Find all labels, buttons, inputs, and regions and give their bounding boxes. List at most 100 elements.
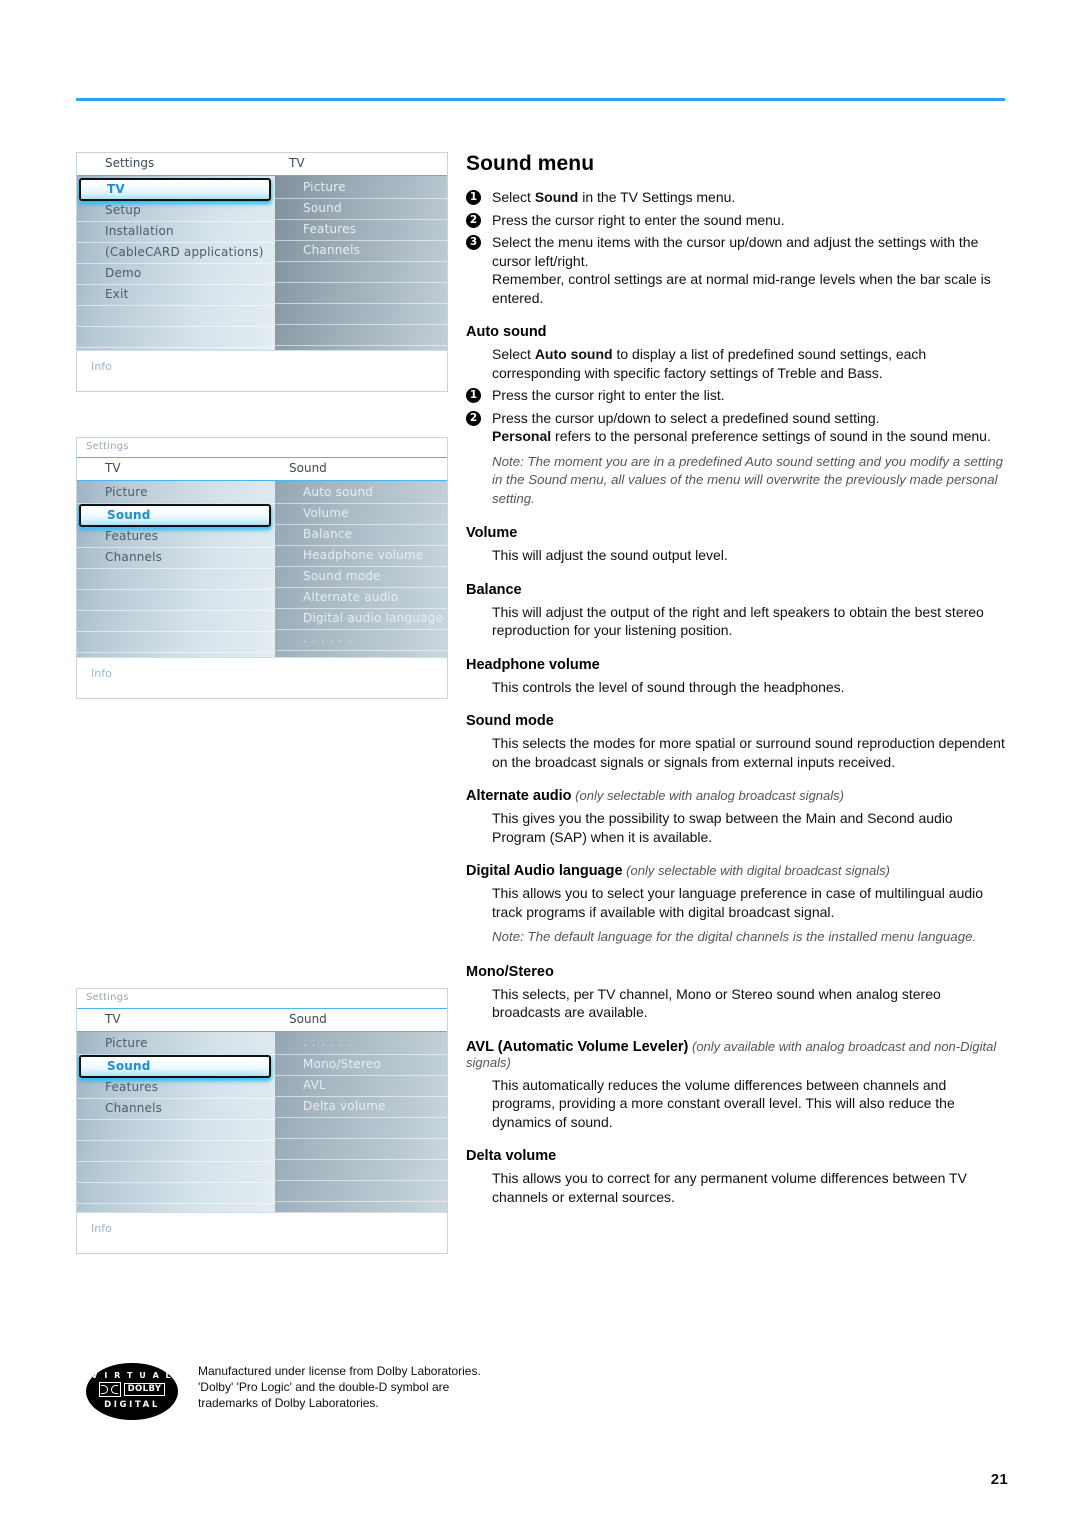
osd-right-item-alternate-audio[interactable]: Alternate audio — [275, 588, 447, 609]
osd-menu-sound-menu-top: Settings TV Sound Picture Sound Features Chann… — [76, 437, 448, 699]
osd-left-item-empty — [77, 306, 275, 327]
osd-left-item-features[interactable]: Features — [77, 1078, 275, 1099]
osd-left-item-picture[interactable]: Picture — [77, 483, 275, 504]
section-heading-text: Delta volume — [466, 1148, 557, 1164]
osd-right-item-empty — [275, 325, 447, 346]
osd-item-label: Volume — [303, 506, 349, 520]
page-number: 21 — [990, 1471, 1008, 1488]
section-heading-text: Balance — [466, 581, 522, 598]
osd-right-item-balance[interactable]: Balance — [275, 525, 447, 546]
osd-right-item-empty — [275, 304, 447, 325]
osd-left-item-empty — [77, 1141, 275, 1162]
section-heading-text: Headphone volume — [466, 656, 600, 673]
section-heading: Balance — [466, 582, 1006, 598]
osd-left-item-installation[interactable]: Installation — [77, 222, 275, 243]
section-body: This allows you to correct for any perma… — [492, 1170, 967, 1205]
osd-left-column-title: TV — [105, 1012, 121, 1026]
osd-breadcrumb-label: Settings — [86, 441, 129, 452]
osd-menu-sound-menu-bottom: Settings TV Sound Picture Sound Features Chann… — [76, 988, 448, 1254]
osd-item-label: Installation — [105, 224, 174, 238]
osd-left-item-demo[interactable]: Demo — [77, 264, 275, 285]
osd-left-item-empty — [77, 1162, 275, 1183]
osd-info-bar: Info — [77, 350, 447, 391]
step-text: Press the cursor right to enter the list… — [492, 387, 725, 403]
osd-header: TV Sound — [77, 458, 447, 481]
osd-item-label: Alternate audio — [303, 590, 399, 604]
osd-body: Picture Sound Features Channels Auto sound Vo… — [77, 481, 447, 681]
osd-left-item-picture[interactable]: Picture — [77, 1034, 275, 1055]
osd-item-label: Exit — [105, 287, 129, 301]
instruction-step: 2 Press the cursor right to enter the sou… — [466, 211, 1006, 230]
article-column: Sound menu 1 Select Sound in the TV Setti… — [466, 152, 1006, 1206]
osd-item-label: Delta volume — [303, 1099, 386, 1113]
section-body: This selects, per TV channel, Mono or St… — [492, 985, 941, 1021]
osd-left-item-empty — [77, 611, 275, 632]
osd-left-item-exit[interactable]: Exit — [77, 285, 275, 306]
osd-item-label: Channels — [105, 1101, 163, 1115]
osd-right-item-delta-volume[interactable]: Delta volume — [275, 1097, 447, 1118]
dolby-license-text: Manufactured under license from Dolby La… — [198, 1364, 481, 1410]
osd-breadcrumb: Settings — [77, 438, 447, 458]
osd-left-item-channels[interactable]: Channels — [77, 548, 275, 569]
osd-right-item-features[interactable]: Features — [275, 220, 447, 241]
osd-right-item-volume[interactable]: Volume — [275, 504, 447, 525]
section-body: Select Auto sound to display a list of p… — [492, 346, 927, 381]
osd-left-item-cablecard-applications[interactable]: (CableCARD applications) — [77, 243, 275, 264]
osd-item-label: Digital audio language — [303, 611, 444, 625]
osd-info-bar: Info — [77, 657, 447, 698]
osd-right-item-empty — [275, 1160, 447, 1181]
osd-left-item-tv[interactable]: TV — [79, 178, 271, 201]
page-title: Sound menu — [466, 152, 595, 175]
osd-right-item-empty[interactable]: . . . . . . — [275, 630, 447, 651]
section-heading-text: Volume — [466, 525, 518, 541]
section-heading-text: Mono/Stereo — [466, 963, 554, 980]
osd-left-item-setup[interactable]: Setup — [77, 201, 275, 222]
step-number-badge: 3 — [466, 235, 481, 250]
section-heading-text: Digital Audio language — [466, 863, 623, 879]
osd-item-label: Auto sound — [303, 485, 374, 499]
osd-left-item-features[interactable]: Features — [77, 527, 275, 548]
osd-item-label: Channels — [105, 550, 163, 564]
osd-right-item-empty — [275, 283, 447, 304]
osd-item-label: Picture — [303, 180, 346, 194]
section-heading: Headphone volume — [466, 657, 1006, 673]
instruction-step: 1 Press the cursor right to enter the lis… — [466, 386, 1006, 405]
section-heading: Mono/Stereo — [466, 964, 1006, 980]
osd-item-label: Features — [105, 1080, 159, 1094]
osd-item-label: Sound mode — [303, 569, 381, 583]
osd-left-item-sound[interactable]: Sound — [79, 1055, 271, 1078]
section-note: Note: The moment you are in a predefined… — [492, 453, 1004, 506]
osd-right-item-picture[interactable]: Picture — [275, 178, 447, 199]
osd-item-label: Channels — [303, 243, 361, 257]
osd-right-item-sound-mode[interactable]: Sound mode — [275, 567, 447, 588]
osd-left-item-channels[interactable]: Channels — [77, 1099, 275, 1120]
osd-right-item-mono-stereo[interactable]: Mono/Stereo — [275, 1055, 447, 1076]
osd-item-label: Picture — [105, 485, 148, 499]
osd-item-label: Mono/Stereo — [303, 1057, 381, 1071]
osd-item-label: Setup — [105, 203, 141, 217]
osd-left-item-sound[interactable]: Sound — [79, 504, 271, 527]
osd-right-item-digital-audio-language[interactable]: Digital audio language — [275, 609, 447, 630]
section-heading-qualifier: (only selectable with digital broadcast … — [622, 863, 890, 878]
section-heading-text: Alternate audio — [466, 788, 572, 804]
osd-right-item-avl[interactable]: AVL — [275, 1076, 447, 1097]
osd-right-item-empty — [275, 1118, 447, 1139]
osd-left-column: Picture Sound Features Channels — [77, 481, 275, 681]
osd-left-item-empty — [77, 590, 275, 611]
osd-right-item-sound[interactable]: Sound — [275, 199, 447, 220]
section-heading: Alternate audio (only selectable with an… — [466, 788, 1006, 804]
intro-steps: 1 Select Sound in the TV Settings menu. 2 P… — [466, 188, 1006, 307]
osd-right-item-headphone-volume[interactable]: Headphone volume — [275, 546, 447, 567]
dolby-logo-top-text: V I R T U A L — [91, 1371, 173, 1380]
osd-right-column: Picture Sound Features Channels — [275, 176, 447, 367]
osd-item-label: Balance — [303, 527, 353, 541]
osd-info-bar: Info — [77, 1212, 447, 1253]
section-body: This will adjust the sound output level. — [492, 547, 728, 563]
osd-right-item-auto-sound[interactable]: Auto sound — [275, 483, 447, 504]
osd-right-item-empty[interactable]: . . . . . . — [275, 1034, 447, 1055]
osd-body: Picture Sound Features Channels . . . . . . M… — [77, 1032, 447, 1236]
section-body: This allows you to select your language … — [492, 885, 984, 920]
osd-right-item-channels[interactable]: Channels — [275, 241, 447, 262]
osd-menu-tv-settings: Settings TV TV Setup Installation (CableCARD … — [76, 152, 448, 392]
osd-breadcrumb-label: Settings — [86, 992, 129, 1003]
